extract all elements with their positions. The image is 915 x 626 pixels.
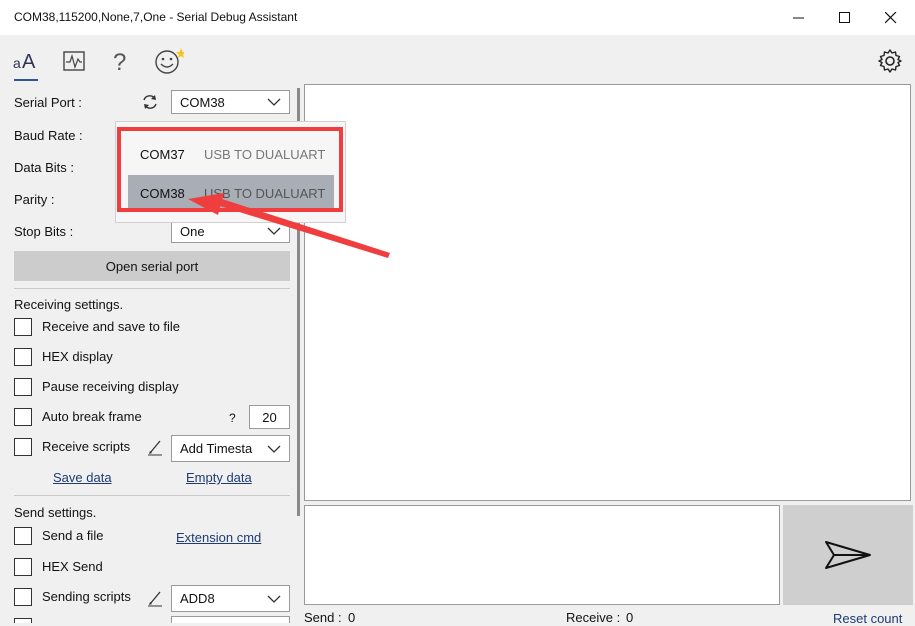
timestamp-value: Add Timesta <box>180 441 253 456</box>
receive-save-label: Receive and save to file <box>42 319 181 334</box>
chevron-down-icon <box>267 98 281 106</box>
send-text-input[interactable] <box>304 505 780 605</box>
hex-send-checkbox[interactable] <box>14 558 32 576</box>
help-tab[interactable]: ? <box>104 45 136 77</box>
serial-port-value: COM38 <box>180 94 225 110</box>
title-bar: COM38,115200,None,7,One - Serial Debug A… <box>0 0 915 36</box>
receiving-settings-header: Receiving settings. <box>14 297 124 312</box>
minimize-button[interactable] <box>776 0 822 35</box>
waveform-icon <box>63 51 85 71</box>
divider <box>14 495 290 496</box>
parity-label: Parity : <box>14 192 55 207</box>
serial-port-select[interactable]: COM38 <box>171 90 290 114</box>
font-icon: a A <box>13 51 36 73</box>
svg-text:?: ? <box>113 49 126 75</box>
settings-icon <box>878 49 902 73</box>
auto-break-value: 20 <box>262 409 277 425</box>
svg-text:A: A <box>22 51 36 73</box>
smiley-icon <box>155 48 184 74</box>
reset-count-link[interactable]: Reset count <box>833 611 902 626</box>
extension-cmd-link[interactable]: Extension cmd <box>176 530 261 545</box>
send-settings-header: Send settings. <box>14 505 97 520</box>
data-bits-label: Data Bits : <box>14 160 74 175</box>
sending-scripts-label: Sending scripts <box>42 589 131 604</box>
hex-display-checkbox[interactable] <box>14 348 32 366</box>
active-tab-indicator <box>14 79 38 81</box>
help-icon: ? <box>113 49 126 75</box>
pause-display-label: Pause receiving display <box>42 379 179 394</box>
divider <box>14 288 290 289</box>
chevron-down-icon <box>267 595 281 603</box>
edit-send-script-button[interactable] <box>146 589 164 607</box>
window-title: COM38,115200,None,7,One - Serial Debug A… <box>14 10 298 24</box>
auto-break-label: Auto break frame <box>42 409 142 424</box>
close-icon <box>885 11 897 23</box>
maximize-icon <box>839 11 850 23</box>
baud-rate-label: Baud Rate : <box>14 128 83 143</box>
send-button[interactable] <box>783 505 913 605</box>
receive-scripts-checkbox[interactable] <box>14 438 32 456</box>
font-tab[interactable]: a A <box>10 45 42 77</box>
send-icon <box>825 541 871 569</box>
timestamp-select[interactable]: Add Timesta <box>171 435 290 462</box>
edit-receive-script-button[interactable] <box>146 438 164 456</box>
timing-interval-input[interactable] <box>171 616 290 623</box>
minimize-icon <box>793 17 804 18</box>
send-script-select[interactable]: ADD8 <box>171 585 290 612</box>
smiley-tab[interactable] <box>152 45 184 77</box>
sending-scripts-checkbox[interactable] <box>14 588 32 606</box>
send-file-label: Send a file <box>42 528 104 543</box>
pen-icon <box>148 591 162 607</box>
timing-send-checkbox[interactable] <box>14 618 32 623</box>
serial-port-label: Serial Port : <box>14 95 82 110</box>
settings-button[interactable] <box>874 45 906 77</box>
auto-break-timeout-input[interactable]: 20 <box>249 405 290 429</box>
empty-data-link[interactable]: Empty data <box>186 470 252 485</box>
close-button[interactable] <box>868 0 914 35</box>
receive-text-area[interactable] <box>304 84 911 501</box>
auto-break-checkbox[interactable] <box>14 408 32 426</box>
send-script-value: ADD8 <box>180 591 215 606</box>
pen-icon <box>148 440 162 456</box>
hex-send-label: HEX Send <box>42 559 103 574</box>
annotation-arrow <box>188 193 390 258</box>
auto-break-help-icon[interactable]: ? <box>229 411 236 425</box>
pause-display-checkbox[interactable] <box>14 378 32 396</box>
refresh-ports-button[interactable] <box>140 92 160 112</box>
refresh-icon <box>143 95 157 109</box>
svg-text:a: a <box>13 55 21 71</box>
toolbar: a A ? <box>0 35 915 85</box>
chevron-down-icon <box>267 445 281 453</box>
hex-display-label: HEX display <box>42 349 113 364</box>
receive-scripts-label: Receive scripts <box>42 439 131 454</box>
receive-save-checkbox[interactable] <box>14 318 32 336</box>
save-data-link[interactable]: Save data <box>53 470 112 485</box>
stop-bits-label: Stop Bits : <box>14 224 74 239</box>
maximize-button[interactable] <box>822 0 868 35</box>
send-file-checkbox[interactable] <box>14 527 32 545</box>
waveform-tab[interactable] <box>58 45 90 77</box>
